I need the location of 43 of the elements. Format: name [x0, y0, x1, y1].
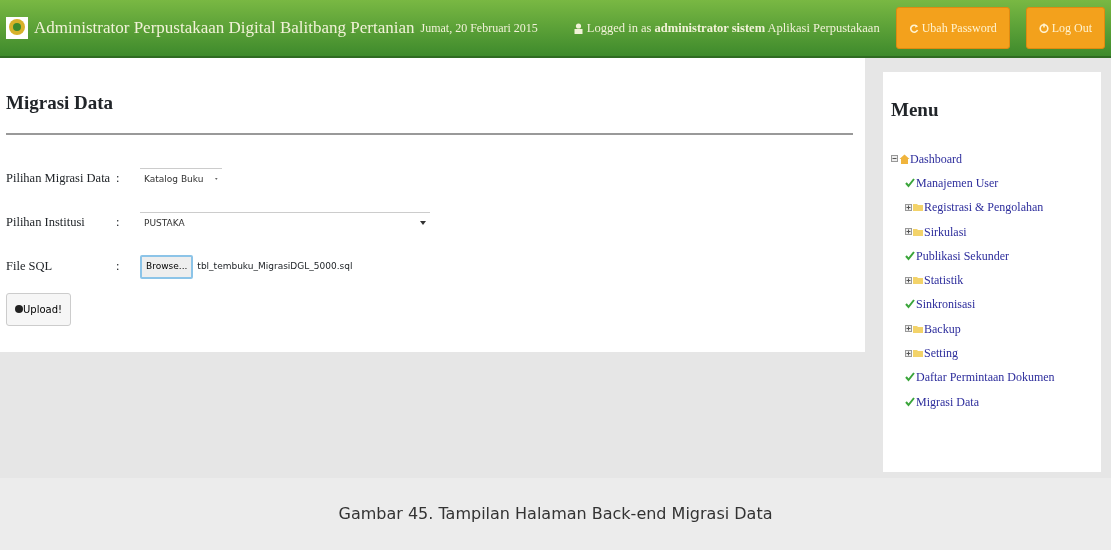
refresh-icon — [908, 23, 919, 33]
app-title: Administrator Perpustakaan Digital Balitbang Pertanian — [34, 17, 415, 40]
check-icon — [905, 299, 916, 310]
menu-link[interactable]: Publikasi Sekunder — [916, 246, 1009, 265]
caret-icon — [420, 221, 426, 226]
folder-icon — [913, 275, 924, 286]
field-label: File SQL — [6, 258, 54, 276]
menu-link[interactable]: Dashboard — [910, 149, 962, 168]
colon-separator: : — [116, 170, 121, 188]
colon-separator: : — [116, 258, 121, 276]
menu-link[interactable]: Setting — [924, 344, 958, 362]
folder-icon — [913, 348, 924, 358]
date-text: Jumat, 20 Februari 2015 — [420, 20, 538, 37]
check-icon — [905, 250, 916, 261]
menu-link[interactable]: Manajemen User — [916, 173, 999, 192]
folder-icon — [913, 202, 924, 213]
check-icon — [905, 177, 916, 188]
menu-link[interactable]: Backup — [924, 319, 961, 338]
menu-link[interactable]: Sirkulasi — [924, 222, 967, 241]
user-icon — [573, 22, 583, 34]
upload-button[interactable]: Upload! — [6, 292, 72, 326]
home-icon — [899, 153, 910, 164]
figure-caption: Gambar 45. Tampilan Halaman Back-end Migrasi Data — [338, 503, 773, 525]
field-label: Pilihan Migrasi Data — [6, 170, 112, 188]
power-icon — [1038, 23, 1049, 33]
logo-icon — [6, 17, 28, 39]
colon-separator: : — [116, 214, 121, 232]
menu-title: Menu — [891, 98, 940, 122]
folder-icon — [913, 226, 924, 237]
folder-icon — [913, 323, 924, 334]
check-icon — [905, 396, 916, 407]
menu-link[interactable]: Migrasi Data — [916, 392, 979, 411]
upload-icon — [15, 305, 23, 314]
menu-link[interactable]: Sinkronisasi — [916, 295, 976, 314]
browse-button[interactable]: Browse... — [140, 255, 194, 279]
menu-link[interactable]: Statistik — [924, 271, 964, 290]
menu-link[interactable]: Registrasi & Pengolahan — [924, 198, 1044, 217]
page-title: Migrasi Data — [6, 92, 115, 115]
check-icon — [905, 372, 916, 383]
file-name: tbl_tembuku_MigrasiDGL_5000.sql — [197, 260, 353, 274]
menu-link[interactable]: Daftar Permintaan Dokumen — [916, 368, 1055, 387]
login-text: Logged in as administrator sistem Aplikasi Perpustakaan — [586, 19, 880, 37]
field-label: Pilihan Institusi — [6, 214, 86, 232]
